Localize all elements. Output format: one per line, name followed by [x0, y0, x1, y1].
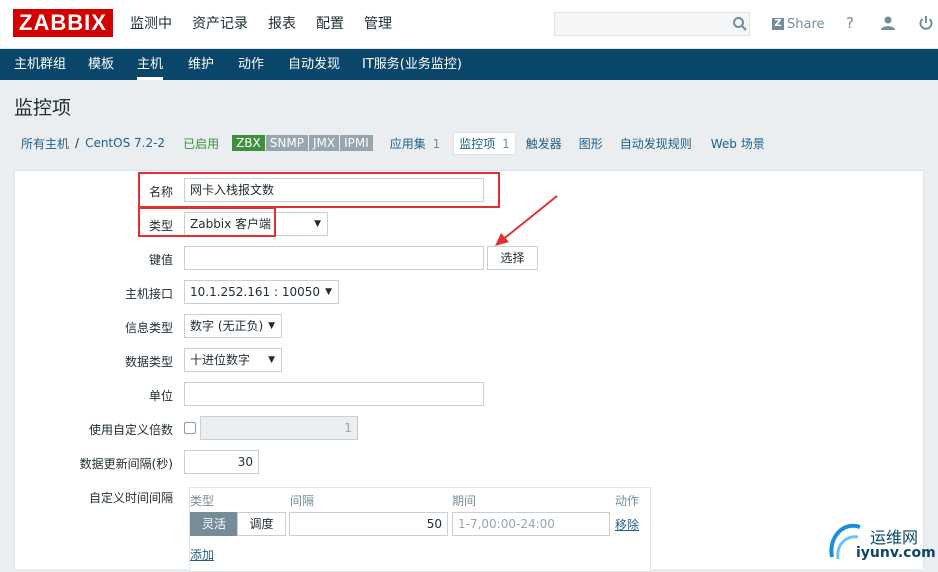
tab-applications-count: 1	[432, 136, 441, 151]
col-type: 类型	[190, 494, 215, 508]
highlight-name	[138, 172, 500, 208]
col-action: 动作	[615, 494, 640, 508]
submenu-discovery[interactable]: 自动发现	[288, 49, 340, 80]
chevron-down-icon: ▼	[268, 321, 275, 331]
interface-select-value: 10.1.252.161 : 10050	[190, 285, 321, 299]
multiplier-label: 使用自定义倍数	[88, 423, 173, 437]
multiplier-field[interactable]: 1	[200, 416, 358, 440]
data-type-label: 数据类型	[124, 355, 173, 369]
share-label: Share	[787, 16, 825, 32]
breadcrumb-separator: /	[75, 136, 80, 150]
annotation-arrow-icon	[495, 195, 558, 246]
chevron-down-icon: ▼	[325, 287, 332, 297]
sub-menu: 主机群组 模板 主机 维护 动作 自动发现 IT服务(业务监控)	[0, 49, 938, 80]
top-bar: ZABBIX 监测中 资产记录 报表 配置 管理 Z Share ?	[0, 0, 938, 49]
watermark-url: iyunv.com	[856, 545, 936, 561]
submenu-hosts[interactable]: 主机	[137, 49, 164, 80]
zabbix-logo[interactable]: ZABBIX	[13, 9, 113, 37]
chevron-down-icon: ▼	[268, 355, 275, 365]
submenu-templates[interactable]: 模板	[88, 49, 114, 80]
ipmi-tag: IPMI	[340, 135, 373, 151]
tab-items[interactable]: 监控项 1	[453, 131, 516, 155]
flex-interval-field[interactable]: 50	[289, 512, 448, 536]
breadcrumb-host[interactable]: CentOS 7.2-2	[85, 136, 165, 150]
custom-intervals-table: 类型 间隔 期间 动作 灵活 调度 50 1-7,00:00-24:00 移除 …	[189, 487, 651, 572]
interface-select[interactable]: 10.1.252.161 : 10050 ▼	[184, 280, 339, 304]
update-interval-field[interactable]: 30	[184, 450, 259, 474]
scheduling-toggle[interactable]: 调度	[237, 512, 286, 536]
page-title: 监控项	[14, 97, 72, 119]
breadcrumb-all-hosts[interactable]: 所有主机	[21, 135, 69, 152]
col-period: 期间	[452, 494, 477, 508]
info-type-select[interactable]: 数字 (无正负) ▼	[184, 314, 282, 338]
tab-discovery-rules[interactable]: 自动发现规则	[620, 135, 692, 152]
menu-inventory[interactable]: 资产记录	[182, 0, 258, 48]
tab-applications[interactable]: 应用集 1	[390, 135, 440, 152]
watermark: 运维网 iyunv.com	[820, 515, 938, 569]
share-button[interactable]: Z Share	[772, 16, 825, 32]
remove-interval-link[interactable]: 移除	[615, 516, 639, 533]
jmx-tag: JMX	[308, 135, 340, 151]
units-field[interactable]	[184, 382, 484, 406]
help-icon[interactable]: ?	[841, 14, 859, 32]
menu-administration[interactable]: 管理	[354, 0, 402, 48]
data-type-select-value: 十进位数字	[190, 353, 251, 367]
host-status-enabled[interactable]: 已启用	[183, 135, 219, 152]
tab-triggers[interactable]: 触发器	[526, 135, 562, 152]
submenu-maintenance[interactable]: 维护	[188, 49, 214, 80]
menu-monitoring[interactable]: 监测中	[120, 0, 182, 48]
multiplier-checkbox[interactable]	[184, 422, 196, 434]
flexible-toggle[interactable]: 灵活	[190, 512, 238, 536]
interface-label: 主机接口	[124, 287, 173, 301]
units-label: 单位	[148, 389, 173, 403]
power-icon[interactable]	[917, 14, 935, 32]
info-type-select-value: 数字 (无正负)	[190, 319, 264, 333]
tab-web-scenarios[interactable]: Web 场景	[711, 135, 765, 152]
update-interval-label: 数据更新间隔(秒)	[79, 457, 173, 471]
chevron-down-icon: ▼	[314, 219, 321, 229]
main-menu: 监测中 资产记录 报表 配置 管理	[120, 0, 402, 48]
tab-applications-label: 应用集	[389, 136, 426, 151]
zbx-tag: ZBX	[232, 135, 265, 151]
period-field[interactable]: 1-7,00:00-24:00	[452, 512, 610, 536]
zabbix-share-icon: Z	[772, 18, 784, 30]
search-input[interactable]	[554, 12, 750, 36]
availability-tags: ZBX SNMP JMX IPMI	[232, 135, 373, 151]
select-key-button[interactable]: 选择	[487, 246, 538, 270]
submenu-it-services[interactable]: IT服务(业务监控)	[362, 49, 462, 80]
highlight-type	[138, 207, 276, 237]
submenu-host-groups[interactable]: 主机群组	[14, 49, 66, 80]
tab-items-count: 1	[502, 136, 510, 151]
col-interval: 间隔	[290, 494, 315, 508]
snmp-tag: SNMP	[265, 135, 308, 151]
data-type-select[interactable]: 十进位数字 ▼	[184, 348, 282, 372]
submenu-actions[interactable]: 动作	[238, 49, 264, 80]
menu-reports[interactable]: 报表	[258, 0, 306, 48]
menu-configuration[interactable]: 配置	[306, 0, 354, 48]
tab-graphs[interactable]: 图形	[579, 135, 603, 152]
search-icon[interactable]	[732, 16, 748, 32]
key-label: 键值	[148, 253, 173, 267]
item-form: 名称 网卡入栈报文数 类型 Zabbix 客户端 ▼ 键值 选择 主机接口 10…	[14, 170, 924, 572]
breadcrumb: 所有主机 / CentOS 7.2-2 已启用 ZBX SNMP JMX IPM…	[14, 130, 765, 156]
custom-intervals-label: 自定义时间间隔	[88, 491, 173, 505]
add-interval-link[interactable]: 添加	[190, 546, 214, 563]
tab-items-label: 监控项	[459, 136, 496, 151]
info-type-label: 信息类型	[124, 321, 173, 335]
user-icon[interactable]	[879, 14, 897, 32]
key-field[interactable]	[184, 246, 484, 270]
